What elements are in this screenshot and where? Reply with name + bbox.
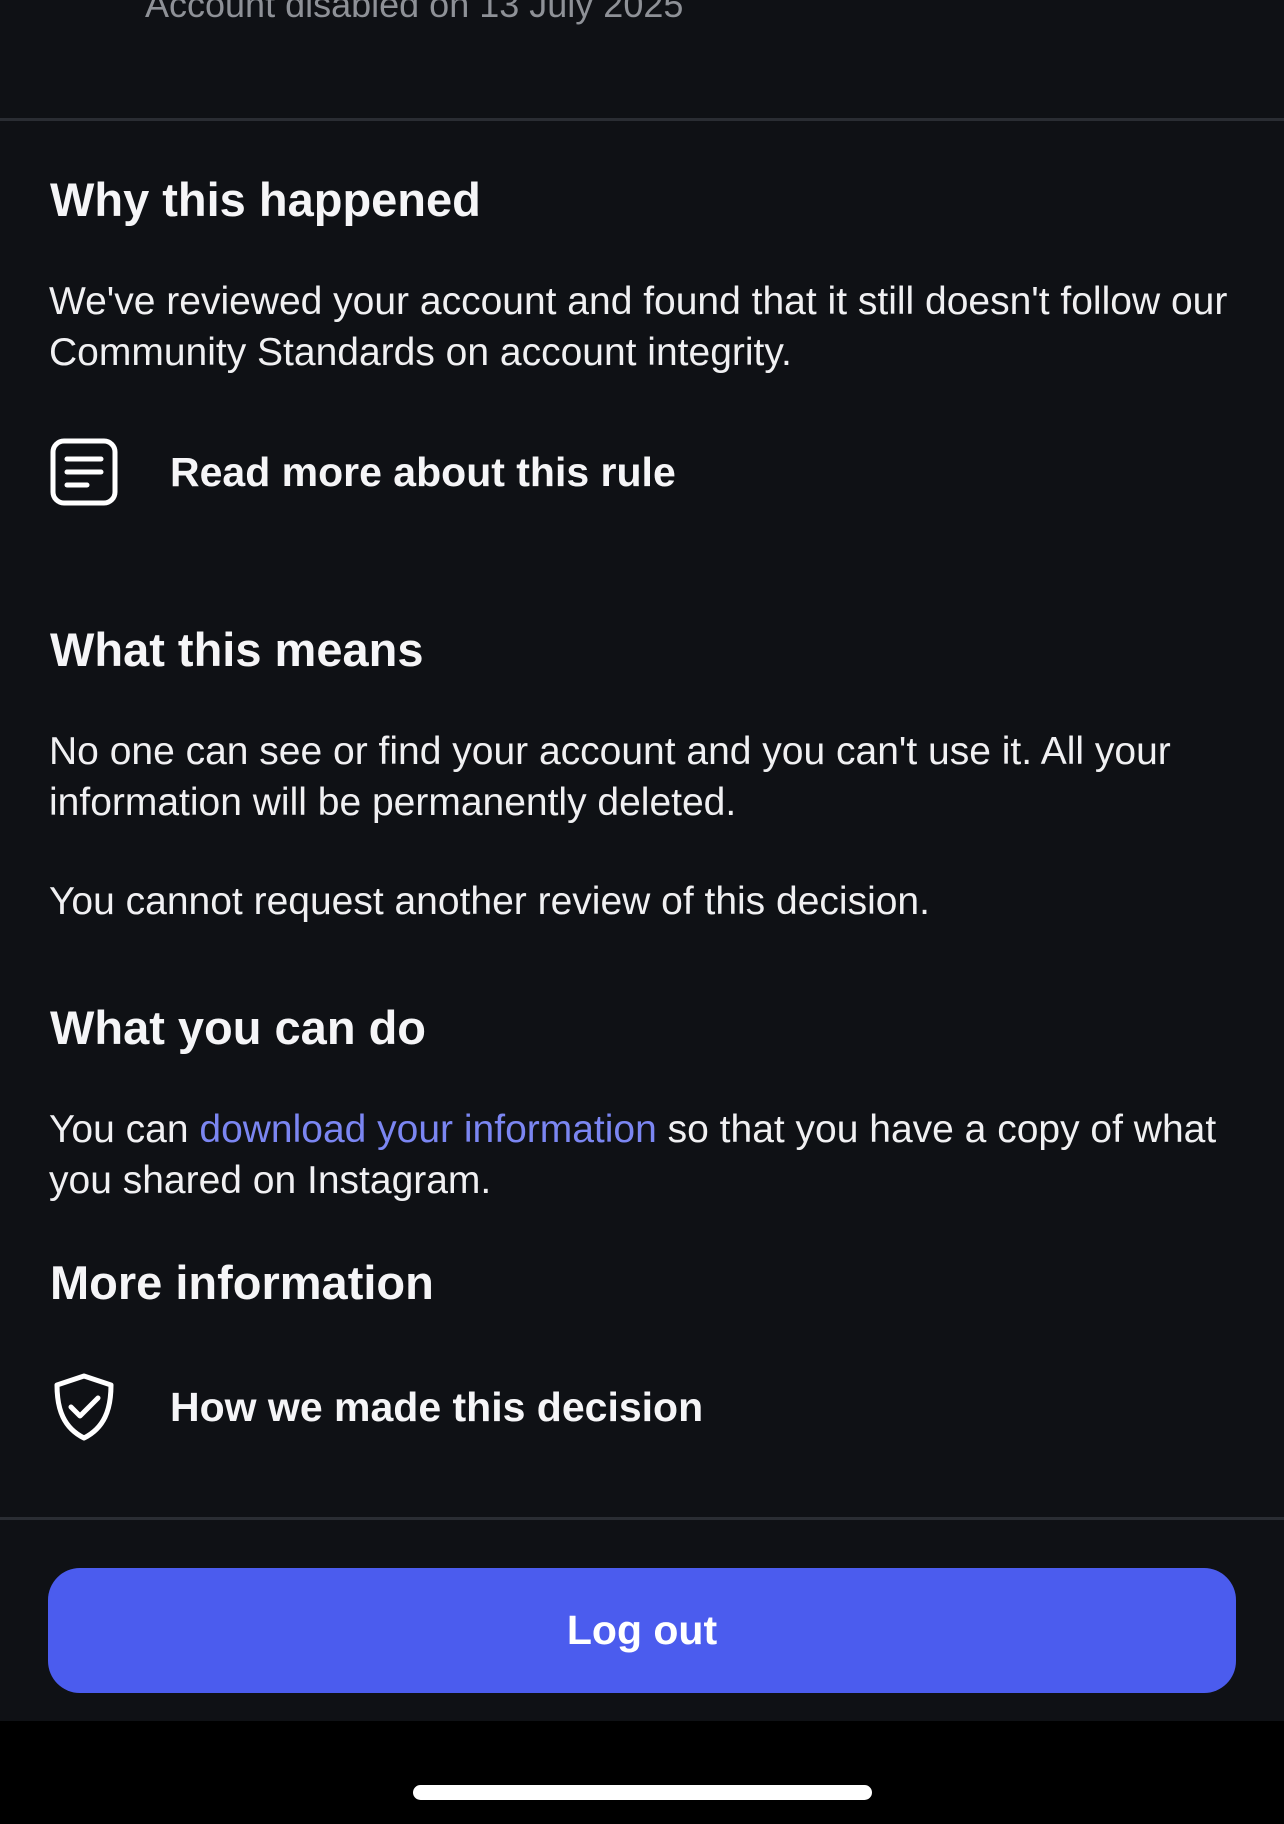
top-divider <box>0 118 1284 121</box>
how-decision-label: How we made this decision <box>170 1383 704 1430</box>
document-icon <box>50 437 118 507</box>
read-more-rule-label: Read more about this rule <box>170 448 676 495</box>
bottom-divider <box>0 1517 1284 1520</box>
means-body-2: You cannot request another review of thi… <box>49 880 930 923</box>
how-decision-link[interactable]: How we made this decision <box>50 1372 1230 1442</box>
home-indicator-area <box>0 1721 1284 1824</box>
home-indicator[interactable] <box>413 1785 872 1800</box>
log-out-button[interactable]: Log out <box>48 1568 1236 1693</box>
means-body-1: No one can see or find your account and … <box>49 730 1171 824</box>
account-disabled-date: Account disabled on 13 July 2025 <box>145 0 684 25</box>
shield-check-icon <box>50 1372 118 1442</box>
do-heading: What you can do <box>50 1001 426 1054</box>
means-heading: What this means <box>50 623 424 676</box>
more-heading: More information <box>50 1256 434 1309</box>
download-information-link[interactable]: download your information <box>199 1108 656 1151</box>
do-body-prefix: You can <box>49 1108 200 1151</box>
why-heading: Why this happened <box>50 173 481 226</box>
why-body: We've reviewed your account and found th… <box>49 280 1228 374</box>
account-disabled-screen: Account disabled on 13 July 2025 Why thi… <box>0 0 1284 1824</box>
do-body: You can download your information so tha… <box>49 1104 1239 1206</box>
read-more-rule-link[interactable]: Read more about this rule <box>50 437 1230 507</box>
